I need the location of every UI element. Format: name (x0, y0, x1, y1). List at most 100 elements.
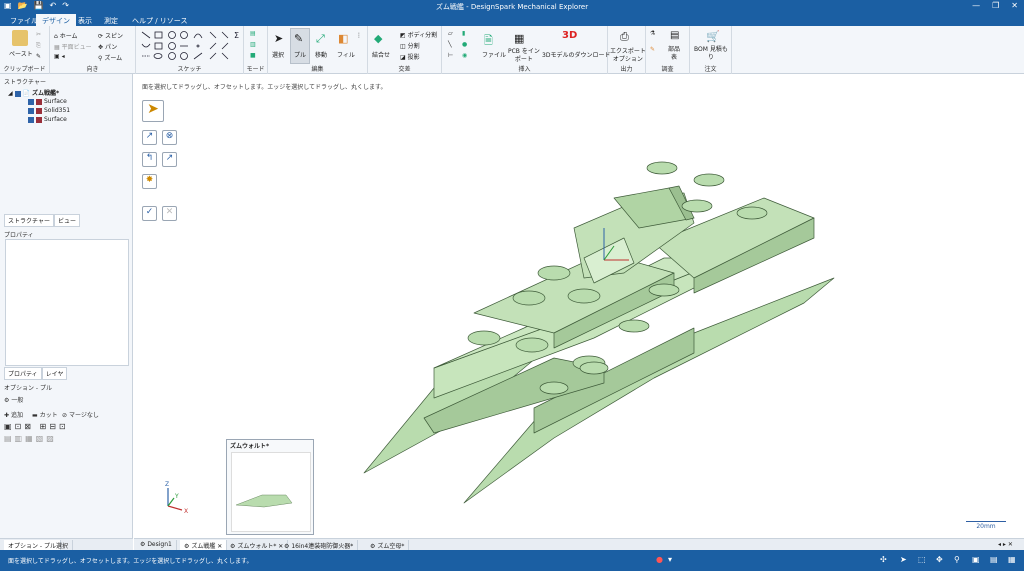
file-icon: 🗎 (484, 34, 493, 47)
axis-z-label: Z (165, 481, 169, 488)
pcb-icon: ▦ (514, 32, 525, 45)
3d-viewport[interactable]: 面を選択してドラッグし、オフセットします。エッジを選択してドラッグし、丸くします… (134, 78, 1020, 538)
combine-button[interactable]: 結合せ (372, 50, 390, 59)
doc-tab[interactable]: ⚙ 16in4連装砲防御火器* (280, 540, 359, 550)
insert-origin-icon[interactable]: ⊢ (448, 52, 453, 59)
edit-more-icon[interactable]: ⋮ (356, 32, 362, 39)
split-body-button[interactable]: ◩ ボディ分割 (400, 30, 437, 39)
group-label: 交差 (398, 66, 411, 73)
doc-tab[interactable]: ⚙ ズム空母* (366, 540, 410, 550)
tree-item[interactable]: Surface (28, 98, 67, 105)
split-button[interactable]: ◫ 分割 (400, 41, 420, 50)
tab-scroll-icon[interactable]: ◂ ▸ ✕ (994, 540, 1017, 550)
tab-help[interactable]: ヘルプ / リソース (126, 14, 193, 26)
tree-root[interactable]: ◢ 📄 ズム戦艦* (8, 88, 59, 97)
tree-item[interactable]: Solid351 (28, 107, 70, 114)
plane-view-button[interactable]: ▦ 平面ビュー (54, 42, 92, 51)
doc-tab-active[interactable]: ⚙ ズム戦艦 ✕ (180, 540, 228, 550)
shell-icon[interactable]: ◉ (462, 52, 467, 59)
design-icon: 📄 (22, 90, 31, 97)
select-button[interactable]: 選択 (272, 50, 284, 59)
tree-item[interactable]: Surface (28, 116, 67, 123)
combine-icon: ◆ (374, 32, 383, 45)
select-mode-icon[interactable]: ➤ (900, 555, 907, 564)
ribbon: ペースト ✂ ⎘ ✎ クリップボード ⌂ ホーム ▦ 平面ビュー ⟳ スピン ✥… (0, 26, 1024, 74)
parts-list-button[interactable]: 部品 表 (668, 46, 680, 62)
display-mode-icon[interactable]: ▤ (990, 555, 998, 564)
pcb-import-button[interactable]: PCB をイン ポート (508, 48, 540, 64)
option-cut[interactable]: ▬ カット (32, 410, 58, 419)
split-icon: ◫ (400, 43, 406, 50)
checkbox-icon[interactable] (28, 107, 34, 114)
pan-button[interactable]: ✥ パン (98, 42, 117, 51)
tab-layers[interactable]: レイヤ (41, 367, 68, 380)
tab-measure[interactable]: 測定 (98, 14, 124, 26)
sketch-tools-icon[interactable]: Σ (136, 28, 244, 66)
parts-list-icon: ▤ (670, 30, 680, 41)
pull-icon: ✎ (294, 32, 304, 45)
export-icon: ⎙ (620, 30, 629, 43)
tab-properties[interactable]: プロパティ (4, 367, 42, 380)
view-cube-icon[interactable]: ▣ ◂ (54, 53, 65, 60)
group-label: 注文 (704, 66, 717, 73)
3d-download-button[interactable]: 3Dモデルのダウンロード (542, 50, 610, 59)
pan-icon: ✥ (98, 44, 104, 51)
sketch-mode-icon[interactable]: ▤ (250, 30, 256, 37)
measure-icon[interactable]: ✎ (650, 46, 655, 53)
fill-button[interactable]: フィル (337, 50, 355, 59)
option-add[interactable]: ✚ 追加 (4, 410, 23, 419)
pull-label: プル (294, 52, 307, 59)
restore-button[interactable]: ❐ (992, 1, 999, 10)
snap-icon[interactable]: ✣ (880, 555, 887, 564)
cut-icon[interactable]: ✂ (36, 31, 41, 38)
tab-selection[interactable]: 選択 (52, 540, 74, 550)
tab-design[interactable]: デザイン (36, 14, 76, 26)
checkbox-icon[interactable] (14, 90, 21, 97)
left-panel: ストラクチャー ◢ 📄 ズム戦艦* Surface Solid351 Surfa… (0, 74, 133, 550)
zoom-status-icon[interactable]: ⚲ (954, 555, 960, 564)
bom-quote-button[interactable]: BOM 見積も り (694, 46, 728, 62)
doc-tab[interactable]: ⚙ Design1 (136, 540, 177, 550)
cylinder-icon[interactable]: ▮ (462, 30, 465, 37)
insert-line-icon[interactable]: ╲ (448, 41, 452, 48)
3d-mode-icon[interactable]: ■ (250, 52, 256, 59)
home-button[interactable]: ⌂ ホーム (54, 31, 78, 40)
minimize-button[interactable]: — (972, 1, 980, 10)
move-button[interactable]: 移動 (315, 50, 327, 59)
format-icon[interactable]: ✎ (36, 53, 41, 60)
general-section[interactable]: ⚙ 一般 (4, 395, 23, 404)
group-label: クリップボード (3, 66, 46, 73)
view-pan-icon[interactable]: ✥ (936, 555, 943, 564)
spin-button[interactable]: ⟳ スピン (98, 31, 123, 40)
render-mode-icon[interactable]: ▣ (972, 555, 980, 564)
doc-icon: ⚙ (184, 543, 190, 550)
group-label: 編集 (311, 66, 324, 73)
status-dropdown-icon[interactable]: ▾ (668, 555, 672, 564)
tab-structure[interactable]: ストラクチャー (4, 214, 54, 227)
file-button[interactable]: ファイル (482, 50, 506, 59)
close-button[interactable]: ✕ (1011, 1, 1018, 10)
paste-icon[interactable] (12, 30, 28, 46)
tab-view[interactable]: ビュー (53, 214, 80, 227)
insert-plane-icon[interactable]: ▱ (448, 30, 453, 37)
doc-tab[interactable]: ⚙ ズムウォルト* ✕ (226, 540, 289, 550)
investigate-icon[interactable]: ⚗ (650, 30, 655, 37)
option-no-merge[interactable]: ⊘ マージなし (62, 410, 99, 419)
section-mode-icon[interactable]: ▥ (250, 41, 256, 48)
sphere-icon[interactable]: ● (462, 41, 467, 48)
options-tabs: オプション - プル 選択 (0, 538, 133, 550)
close-tab-icon[interactable]: ✕ (217, 543, 222, 550)
alert-icon[interactable]: ● (656, 555, 663, 564)
pull-options-icons[interactable]: ▣⊡⊠ ⊞⊟⊡ (4, 422, 69, 431)
paste-button[interactable]: ペースト (9, 49, 33, 58)
copy-icon[interactable]: ⎘ (36, 42, 41, 50)
checkbox-icon[interactable] (28, 116, 34, 123)
export-options-button[interactable]: エクスポート オプション (610, 48, 646, 64)
tab-view[interactable]: 表示 (72, 14, 98, 26)
design-thumbnail[interactable]: ズムウォルト* (226, 439, 314, 535)
checkbox-icon[interactable] (28, 98, 34, 105)
box-select-icon[interactable]: ⬚ (918, 555, 926, 564)
zoom-button[interactable]: ⚲ ズーム (98, 53, 122, 62)
grid-icon[interactable]: ▦ (1008, 555, 1016, 564)
project-button[interactable]: ◪ 投影 (400, 52, 420, 61)
